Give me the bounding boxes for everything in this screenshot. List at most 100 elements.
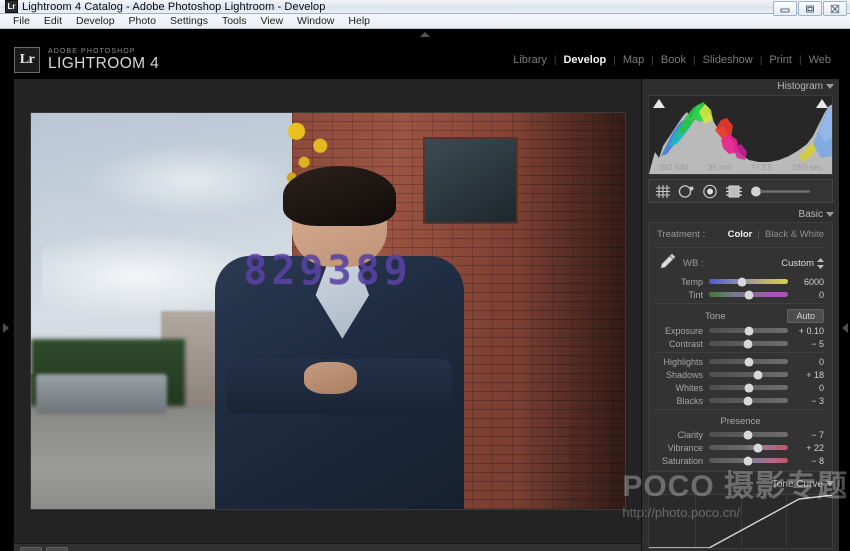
exposure-slider-row[interactable]: Exposure + 0.10 bbox=[649, 324, 832, 337]
right-panel-scroll[interactable]: Histogram bbox=[642, 79, 839, 549]
wb-preset-selector[interactable]: Custom bbox=[781, 258, 824, 269]
image-canvas[interactable]: 829389 bbox=[14, 79, 641, 543]
lightroom-logo-icon: Lr bbox=[14, 47, 40, 73]
menu-window[interactable]: Window bbox=[290, 14, 341, 28]
blacks-slider-knob[interactable] bbox=[743, 396, 752, 405]
tint-value: 0 bbox=[794, 290, 824, 300]
shadows-slider-row[interactable]: Shadows + 18 bbox=[649, 368, 832, 381]
photo-preview[interactable]: 829389 bbox=[31, 113, 625, 509]
tone-curve-graph[interactable] bbox=[648, 494, 833, 549]
shadows-slider-knob[interactable] bbox=[753, 370, 762, 379]
highlights-slider-track[interactable] bbox=[709, 359, 788, 364]
temp-slider-row[interactable]: Temp 6000 bbox=[649, 275, 832, 288]
presence-title: Presence bbox=[649, 412, 832, 428]
treatment-bw-option[interactable]: Black & White bbox=[765, 229, 824, 240]
tone-curve-line bbox=[649, 495, 833, 548]
restore-button[interactable] bbox=[798, 1, 822, 16]
menu-settings[interactable]: Settings bbox=[163, 14, 215, 28]
menu-tools[interactable]: Tools bbox=[215, 14, 254, 28]
module-library[interactable]: Library bbox=[506, 54, 554, 66]
temp-slider-track[interactable] bbox=[709, 279, 788, 284]
menu-file[interactable]: File bbox=[6, 14, 37, 28]
chevron-down-icon[interactable] bbox=[826, 212, 834, 217]
whites-slider-knob[interactable] bbox=[744, 383, 753, 392]
tint-label: Tint bbox=[657, 290, 703, 300]
close-button[interactable] bbox=[823, 1, 847, 16]
develop-tool-strip bbox=[648, 179, 833, 203]
menu-develop[interactable]: Develop bbox=[69, 14, 122, 28]
auto-tone-button[interactable]: Auto bbox=[787, 309, 824, 323]
tint-slider-track[interactable] bbox=[709, 292, 788, 297]
chevron-left-icon bbox=[842, 323, 848, 333]
contrast-slider-row[interactable]: Contrast − 5 bbox=[649, 337, 832, 350]
shadows-slider-track[interactable] bbox=[709, 372, 788, 377]
vibrance-slider-row[interactable]: Vibrance + 22 bbox=[649, 441, 832, 454]
brand-line: ADOBE PHOTOSHOP bbox=[48, 48, 159, 55]
treatment-color-option[interactable]: Color bbox=[728, 229, 753, 240]
temp-value: 6000 bbox=[794, 277, 824, 287]
shadow-clipping-indicator-icon[interactable] bbox=[653, 99, 665, 108]
module-book[interactable]: Book bbox=[654, 54, 693, 66]
tint-slider-knob[interactable] bbox=[744, 290, 753, 299]
clarity-slider-knob[interactable] bbox=[743, 430, 752, 439]
basic-panel-header[interactable]: Basic bbox=[642, 207, 839, 222]
loupe-view-button[interactable] bbox=[20, 547, 42, 551]
contrast-slider-track[interactable] bbox=[709, 341, 788, 346]
module-slideshow[interactable]: Slideshow bbox=[696, 54, 760, 66]
exposure-slider-knob[interactable] bbox=[744, 326, 753, 335]
saturation-slider-row[interactable]: Saturation − 8 bbox=[649, 454, 832, 467]
whites-slider-track[interactable] bbox=[709, 385, 788, 390]
module-develop[interactable]: Develop bbox=[556, 54, 613, 66]
minimize-button[interactable] bbox=[773, 1, 797, 16]
highlight-clipping-indicator-icon[interactable] bbox=[816, 99, 828, 108]
highlights-slider-row[interactable]: Highlights 0 bbox=[649, 355, 832, 368]
module-picker: Library | Develop | Map | Book | Slidesh… bbox=[506, 54, 838, 66]
photo-cars bbox=[36, 374, 167, 414]
menu-photo[interactable]: Photo bbox=[122, 14, 163, 28]
section-divider bbox=[655, 409, 826, 410]
tone-curve-split-handle[interactable] bbox=[741, 548, 749, 549]
white-balance-selector-icon[interactable] bbox=[657, 252, 677, 275]
module-print[interactable]: Print bbox=[762, 54, 799, 66]
menu-view[interactable]: View bbox=[253, 14, 290, 28]
exposure-label: Exposure bbox=[657, 326, 703, 336]
tint-slider-row[interactable]: Tint 0 bbox=[649, 288, 832, 301]
before-after-button[interactable]: Y|Y bbox=[46, 547, 68, 551]
module-web[interactable]: Web bbox=[802, 54, 838, 66]
vibrance-slider-knob[interactable] bbox=[753, 443, 762, 452]
right-panel-toggle[interactable] bbox=[839, 79, 850, 551]
top-panel-toggle[interactable] bbox=[0, 29, 850, 40]
chevron-down-icon[interactable] bbox=[826, 481, 834, 486]
saturation-slider-knob[interactable] bbox=[743, 456, 752, 465]
menu-edit[interactable]: Edit bbox=[37, 14, 69, 28]
temp-slider-knob[interactable] bbox=[738, 277, 747, 286]
saturation-slider-track[interactable] bbox=[709, 458, 788, 463]
module-map[interactable]: Map bbox=[616, 54, 651, 66]
lightroom-app: Lr ADOBE PHOTOSHOP LIGHTROOM 4 Library |… bbox=[0, 29, 850, 551]
red-eye-correction-tool[interactable] bbox=[702, 184, 718, 199]
clarity-slider-row[interactable]: Clarity − 7 bbox=[649, 428, 832, 441]
left-panel-toggle[interactable] bbox=[0, 79, 14, 551]
histogram-panel-header[interactable]: Histogram bbox=[642, 79, 839, 94]
blacks-slider-row[interactable]: Blacks − 3 bbox=[649, 394, 832, 407]
crop-overlay-tool[interactable] bbox=[655, 184, 671, 199]
histogram-graph[interactable]: ISO 640 35 mm f / 2.5 1/50 sec bbox=[648, 95, 833, 175]
exposure-slider-track[interactable] bbox=[709, 328, 788, 333]
chevron-down-icon[interactable] bbox=[826, 84, 834, 89]
white-balance-row: WB : Custom bbox=[649, 250, 832, 275]
contrast-value: − 5 bbox=[794, 339, 824, 349]
treatment-row: Treatment : Color | Black & White bbox=[649, 226, 832, 245]
menu-help[interactable]: Help bbox=[341, 14, 377, 28]
graduated-filter-tool[interactable] bbox=[725, 184, 743, 199]
contrast-slider-knob[interactable] bbox=[743, 339, 752, 348]
tone-curve-panel-header[interactable]: Tone Curve bbox=[642, 476, 839, 492]
vibrance-slider-track[interactable] bbox=[709, 445, 788, 450]
adjustment-brush-tool[interactable] bbox=[750, 184, 812, 199]
saturation-value: − 8 bbox=[794, 456, 824, 466]
clarity-slider-track[interactable] bbox=[709, 432, 788, 437]
photo-wall-shadow bbox=[518, 113, 625, 509]
highlights-slider-knob[interactable] bbox=[744, 357, 753, 366]
blacks-slider-track[interactable] bbox=[709, 398, 788, 403]
spot-removal-tool[interactable] bbox=[678, 184, 695, 199]
whites-slider-row[interactable]: Whites 0 bbox=[649, 381, 832, 394]
